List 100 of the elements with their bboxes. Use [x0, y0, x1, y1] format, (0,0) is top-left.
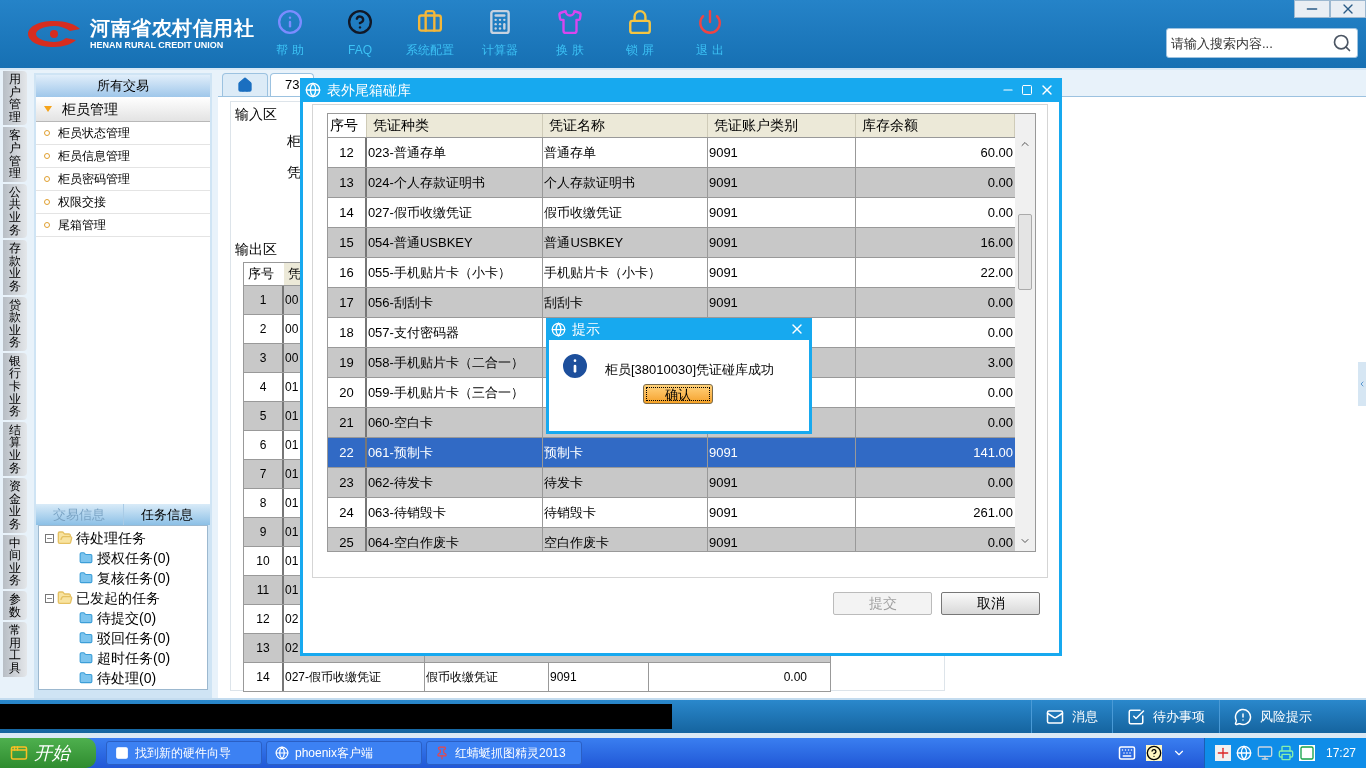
side-tab[interactable]: 银行卡业务 [3, 352, 27, 420]
table-cell: 假币收缴凭证 [425, 663, 549, 691]
section-label: 输出区 [235, 240, 277, 259]
close-icon[interactable] [1330, 0, 1366, 18]
folder-icon [79, 611, 93, 625]
menu-item[interactable]: 尾箱管理 [36, 214, 210, 237]
window-icon [115, 746, 129, 760]
table-cell-text: 0.00 [986, 173, 1015, 192]
logo-title: 河南省农村信用社 [90, 18, 254, 38]
table-cell-text: 0.00 [986, 323, 1015, 342]
table-cell-text: 3.00 [986, 353, 1015, 372]
side-tab[interactable]: 中间业务 [3, 534, 27, 589]
table-row[interactable]: 13 024-个人存款证明书 个人存款证明书 9091 0.00 [328, 167, 1016, 197]
app-icon[interactable] [1298, 745, 1315, 761]
table-row[interactable]: 24 063-待销毁卡 待销毁卡 9091 261.00 [328, 497, 1016, 527]
folder-icon [57, 530, 73, 546]
side-tab[interactable]: 用户管理 [3, 71, 27, 126]
table-row[interactable]: 12 023-普通存单 普通存单 9091 60.00 [328, 137, 1016, 167]
section-label: 输入区 [235, 105, 277, 124]
toolbox-icon [417, 9, 443, 35]
monitor-icon[interactable] [1256, 745, 1273, 761]
table-row[interactable]: 17 056-刮刮卡 刮刮卡 9091 0.00 [328, 287, 1016, 317]
table-cell-text: 60.00 [979, 143, 1015, 162]
minimize-icon[interactable] [1294, 0, 1330, 18]
menu-item[interactable]: 柜员状态管理 [36, 122, 210, 145]
taskbar-item[interactable]: 找到新的硬件向导 [106, 741, 262, 765]
mail-icon [1046, 707, 1064, 726]
keyboard-icon[interactable] [1117, 744, 1136, 762]
column-header: 序号 [248, 265, 274, 284]
search-icon[interactable] [1332, 33, 1352, 53]
table-cell: 9091 [707, 528, 856, 551]
side-tab[interactable]: 公共业务 [3, 183, 27, 239]
tree-node[interactable]: 已发起的任务 [76, 587, 160, 609]
table-cell-text: 0.00 [986, 203, 1015, 222]
panel-tab[interactable]: 任务信息 [123, 504, 210, 525]
pin-icon [435, 746, 449, 760]
table-cell: 027-假币收缴凭证 [284, 663, 425, 691]
table-cell-text: 0.00 [986, 293, 1015, 312]
calculator-icon [487, 9, 513, 35]
tree-node[interactable]: 驳回任务(0) [97, 627, 171, 649]
field-label: 柜 [287, 132, 301, 151]
tree-node[interactable]: 待提交(0) [97, 607, 157, 629]
tree-node[interactable]: 待处理任务 [76, 527, 146, 549]
lock-icon [627, 9, 653, 35]
menu-group[interactable]: 柜员管理 [36, 97, 210, 122]
folder-icon [79, 671, 93, 685]
tree-node[interactable]: 授权任务(0) [97, 547, 171, 569]
maximize-icon[interactable] [1021, 84, 1033, 96]
logo-subtitle: HENAN RURAL CREDIT UNION [90, 41, 225, 50]
side-tab[interactable]: 资金业务 [3, 478, 27, 533]
table-cell-text: 22.00 [979, 263, 1015, 282]
taskbar-item[interactable]: 红蜻蜓抓图精灵2013 [426, 741, 582, 765]
tree-node[interactable]: 复核任务(0) [97, 567, 171, 589]
table-row[interactable]: 25 064-空白作废卡 空白作废卡 9091 0.00 [328, 527, 1016, 551]
table-cell-text: 0.00 [986, 383, 1015, 402]
help-icon [347, 9, 373, 35]
table-row[interactable]: 23 062-待发卡 待发卡 9091 0.00 [328, 467, 1016, 497]
app-logo-icon [305, 82, 321, 98]
dialog-button[interactable]: 取消 [941, 592, 1040, 615]
tree-node[interactable]: 超时任务(0) [97, 647, 171, 669]
table-cell: 9091 [549, 663, 649, 691]
table-cell: 064-空白作废卡 [366, 528, 544, 551]
tree-node[interactable]: 待处理(0) [97, 667, 157, 689]
side-tab[interactable]: 参数 [3, 590, 27, 621]
globe-icon[interactable] [1235, 745, 1252, 761]
table-row[interactable]: 22 061-预制卡 预制卡 9091 141.00 [328, 437, 1016, 467]
side-tab[interactable]: 存款业务 [3, 240, 27, 295]
side-tab[interactable]: 客户管理 [3, 127, 27, 182]
printer-icon[interactable] [1277, 745, 1294, 761]
plus-icon[interactable] [1214, 745, 1231, 761]
taskbar-item[interactable]: phoenix客户端 [266, 741, 422, 765]
menu-item[interactable]: 柜员密码管理 [36, 168, 210, 191]
clock: 17:27 [1325, 745, 1356, 762]
table-row[interactable]: 15 054-普通USBKEY 普通USBKEY 9091 16.00 [328, 227, 1016, 257]
scrollbar[interactable] [1015, 114, 1035, 551]
dialog-title: 提示 [572, 319, 601, 339]
scrollbar-thumb[interactable] [1018, 214, 1033, 290]
menu-item[interactable]: 权限交接 [36, 191, 210, 214]
search-field[interactable]: 请输入搜索内容... [1166, 28, 1358, 58]
checkbox-icon [1127, 707, 1145, 726]
table-row[interactable]: 14 027-假币收缴凭证 假币收缴凭证 9091 0.00 [328, 197, 1016, 227]
column-header: 凭 [288, 265, 301, 284]
table-cell-text: 261.00 [972, 503, 1015, 522]
menu-item[interactable]: 柜员信息管理 [36, 145, 210, 168]
field-label: 凭 [287, 163, 301, 182]
warning-bubble-icon [1234, 707, 1252, 726]
help-icon[interactable] [1145, 745, 1162, 761]
table-cell-text: 0.00 [782, 669, 808, 686]
side-tab[interactable]: 结算业务 [3, 421, 27, 477]
collapse-icon[interactable] [45, 593, 54, 603]
prompt-message: 柜员[38010030]凭证碰库成功 [605, 361, 775, 380]
confirm-button[interactable]: 确认 [643, 384, 713, 404]
folder-icon [79, 631, 93, 645]
table-cell-text: 0.00 [986, 413, 1015, 432]
info-icon [277, 9, 303, 35]
side-tab[interactable]: 贷款业务 [3, 296, 27, 351]
table-row[interactable]: 16 055-手机贴片卡（小卡） 手机贴片卡（小卡） 9091 22.00 [328, 257, 1016, 287]
collapse-icon[interactable] [45, 533, 54, 543]
home-tab[interactable] [222, 73, 268, 96]
side-tab[interactable]: 常用工具 [3, 622, 27, 677]
